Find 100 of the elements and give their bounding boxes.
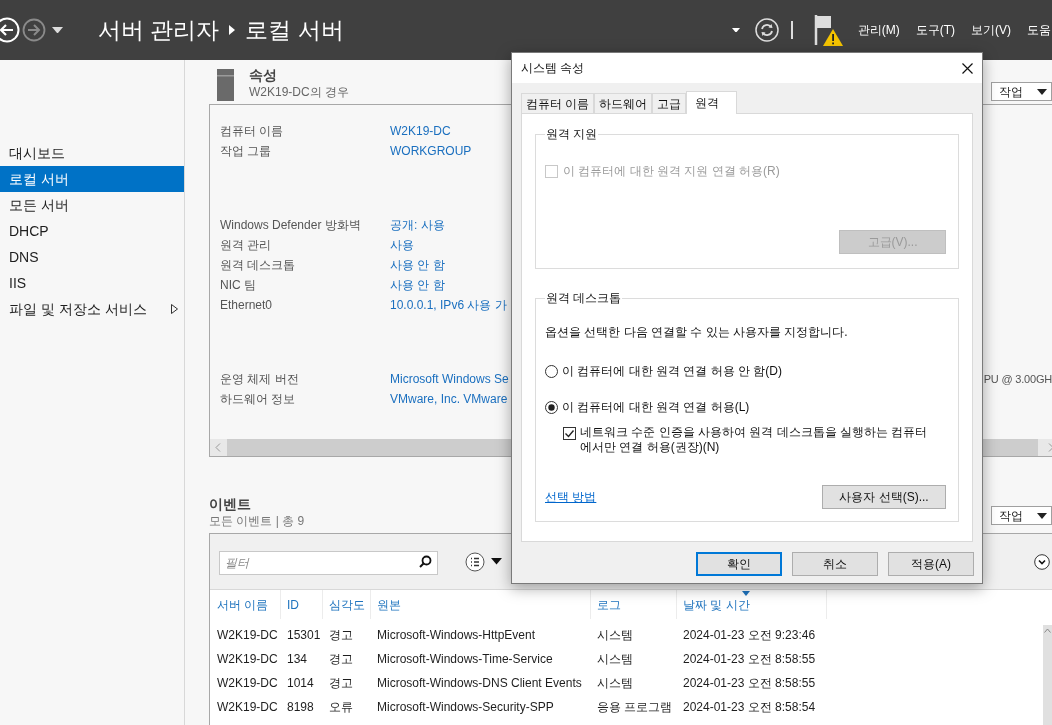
property-value[interactable]: 사용 [390,236,414,254]
dialog-tab[interactable]: 원격 [686,91,738,114]
dialog-button[interactable]: 취소 [792,552,878,576]
task-button[interactable]: 작업 [991,506,1052,525]
dialog-button[interactable]: 사용자 선택(S)... [822,485,946,509]
table-cell-text: 경고 [328,651,354,668]
expand-arrow-icon[interactable] [171,304,178,314]
search-icon[interactable] [419,554,432,568]
vertical-scrollbar[interactable] [1043,625,1052,725]
close-icon[interactable] [962,62,973,74]
property-value[interactable]: VMware, Inc. VMware [390,390,508,408]
menu-item[interactable]: 보기(V) [971,21,1011,39]
property-value[interactable]: Microsoft Windows Se [390,370,509,388]
property-label: 작업 그룹 [220,143,273,160]
table-cell-text: 1014 [286,675,315,692]
section-subtitle: 모든 이벤트 | 총 9 [209,513,305,529]
app-title: 서버 관리자 [98,15,220,45]
table-cell-text: Microsoft-Windows-Security-SPP [376,699,555,716]
group-title: 원격 지원 [545,127,599,142]
property-label: 하드웨어 정보 [220,391,297,408]
column-header[interactable]: 서버 이름 [211,590,281,619]
table-cell-text: 15301 [286,627,322,644]
checkbox-label: 이 컴퓨터에 대한 원격 지원 연결 허용(R) [563,163,780,180]
table-cell-text: 2024-01-23 오전 8:58:55 [682,675,817,692]
property-label: 원격 관리 [220,237,273,254]
table-cell-text: 2024-01-23 오전 8:58:54 [682,699,817,716]
radio-button[interactable] [545,400,558,414]
section-subtitle: W2K19-DC의 경우 [249,84,349,100]
property-label: Ethernet0 [220,297,274,314]
sidebar-item[interactable]: DHCP [0,218,184,244]
column-header[interactable]: ID [281,590,323,619]
sidebar-item[interactable]: 로컬 서버 [0,166,184,192]
property-label: 원격 데스크톱 [220,257,297,274]
radio-label: 이 컴퓨터에 대한 원격 연결 허용 안 함(D) [562,363,782,380]
table-cell-text: 134 [286,651,309,668]
property-label: Windows Defender 방화벽 [220,217,362,234]
list-options-icon[interactable] [465,551,485,572]
back-icon[interactable] [0,17,20,43]
table-cell-text: 오류 [328,699,354,716]
property-value[interactable]: 사용 안 함 [390,256,445,274]
property-value[interactable]: 사용 안 함 [390,276,445,294]
expand-chevron-icon[interactable] [1034,553,1050,570]
column-header[interactable]: 날짜 및 시간 [677,590,827,619]
table-cell-text: 2024-01-23 오전 9:23:46 [682,627,817,644]
column-header[interactable]: 심각도 [323,590,371,619]
column-header[interactable]: 로그 [591,590,677,619]
breadcrumb-arrow-icon [229,25,236,35]
menu-item[interactable]: 관리(M) [857,21,900,39]
sidebar-item[interactable]: DNS [0,244,184,270]
dropdown-caret-icon[interactable] [731,27,740,33]
sidebar-item[interactable]: 대시보드 [0,140,184,166]
dialog-tab[interactable]: 고급 [652,93,687,113]
table-cell-text: W2K19-DC [216,651,279,668]
column-header[interactable]: 원본 [371,590,591,619]
sidebar-item[interactable]: 모든 서버 [0,192,184,218]
property-label: 운영 체제 버전 [220,371,300,388]
filter-field[interactable]: 필터 [219,550,438,575]
dialog-button[interactable]: 적용(A) [888,552,974,576]
server-icon [217,69,234,101]
checkbox[interactable] [563,427,576,440]
group-title: 원격 데스크톱 [545,291,623,306]
dialog-tab[interactable]: 컴퓨터 이름 [521,93,595,113]
table-cell-text: 경고 [328,675,354,692]
menu-item[interactable]: 도구(T) [915,21,955,39]
table-cell-text: 시스템 [596,675,634,692]
table-cell-text: Microsoft-Windows-HttpEvent [376,627,537,644]
caret-icon[interactable] [491,558,502,565]
property-value[interactable]: 10.0.0.1, IPv6 사용 가 [390,296,507,314]
notification-flag-icon[interactable] [812,13,843,47]
property-value[interactable]: W2K19-DC [390,122,451,140]
table-cell-text: W2K19-DC [216,675,279,692]
refresh-icon[interactable] [754,18,779,42]
dialog-tab[interactable]: 하드웨어 [594,93,653,113]
help-link[interactable]: 선택 방법 [545,488,597,506]
table-cell-text: 경고 [328,627,354,644]
menu-item[interactable]: 도움 [1027,21,1051,39]
property-label: NIC 팀 [220,277,257,294]
table-cell-text: 응용 프로그램 [596,699,674,716]
dialog-title: 시스템 속성 [521,60,585,77]
radio-label: 이 컴퓨터에 대한 원격 연결 허용(L) [562,399,750,416]
table-cell-text: 2024-01-23 오전 8:58:55 [682,651,817,668]
dialog-button[interactable]: 확인 [696,552,782,576]
table-cell-text: 시스템 [596,627,634,644]
table-cell-text: 8198 [286,699,315,716]
property-label: 컴퓨터 이름 [220,123,285,140]
task-button[interactable]: 작업 [991,82,1052,101]
description-text: 옵션을 선택한 다음 연결할 수 있는 사용자를 지정합니다. [545,324,849,341]
property-value[interactable]: 공개: 사용 [390,216,445,234]
property-value[interactable]: PU @ 3.00GH [983,370,1052,388]
section-title: 이벤트 [209,495,252,513]
radio-button[interactable] [545,364,558,378]
sidebar-item[interactable]: IIS [0,270,184,296]
page-title: 로컬 서버 [245,15,344,45]
table-cell-text: Microsoft-Windows-Time-Service [376,651,554,668]
caret-icon[interactable] [1037,88,1047,95]
table-cell-text: W2K19-DC [216,627,279,644]
history-caret-icon[interactable] [52,26,63,34]
caret-icon[interactable] [1037,512,1047,519]
property-value[interactable]: WORKGROUP [390,142,472,160]
sidebar-item[interactable]: 파일 및 저장소 서비스 [0,296,184,322]
